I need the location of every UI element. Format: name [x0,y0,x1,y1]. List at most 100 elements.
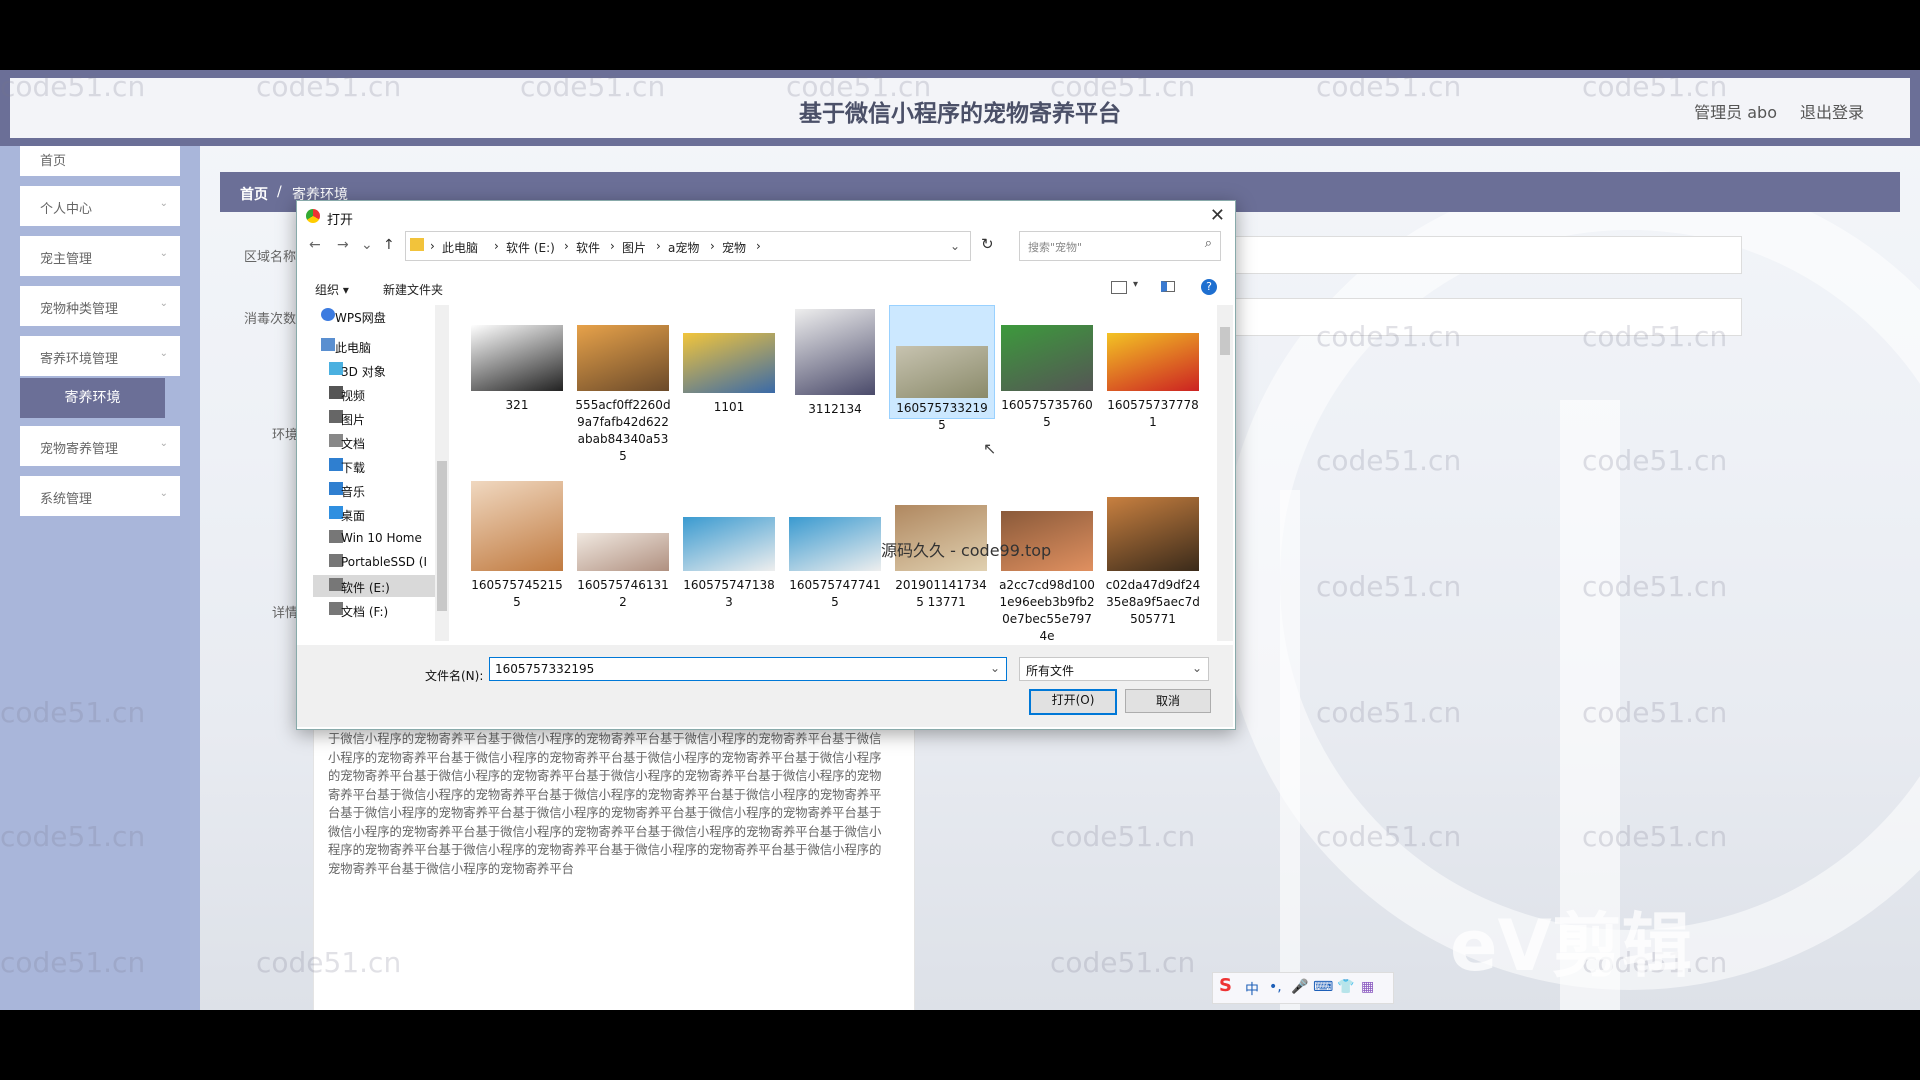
nav-item-3d[interactable]: 3D 对象 [313,359,443,381]
nav-item-label: 此电脑 [335,341,372,355]
sidebar-item-owner[interactable]: 宠主管理 ⌄ [20,236,180,276]
chevron-down-icon: ⌄ [159,348,168,359]
open-button[interactable]: 打开(O) [1029,689,1117,715]
nav-item-desktop[interactable]: 桌面 [313,503,443,525]
file-name: 1605757357605 [1001,398,1093,429]
address-bar[interactable]: › 此电脑 › 软件 (E:) › 软件 › 图片 › a宠物 › 宠物 › ⌄ [405,231,971,261]
recent-chevron-icon[interactable]: ⌄ [361,237,373,253]
nav-item-music[interactable]: 音乐 [313,479,443,501]
file-item[interactable]: 1605757377781 [1101,309,1205,431]
bg-pole [1280,490,1300,1010]
file-item[interactable]: 1101 [677,309,781,416]
organize-menu[interactable]: 组织 ▾ [315,281,349,298]
file-thumbnail [795,309,875,395]
path-segment[interactable]: 图片 [622,239,646,256]
up-icon[interactable]: ↑ [383,237,395,253]
chevron-down-icon: ⌄ [159,438,168,449]
forward-icon[interactable]: → [337,237,349,253]
sidebar-item-env-manage[interactable]: 寄养环境管理 ⌄ [20,336,180,376]
skin-icon[interactable]: 👕 [1337,979,1354,995]
keyboard-icon[interactable]: ⌨ [1313,979,1333,995]
preview-pane-icon[interactable] [1161,281,1175,292]
file-open-dialog: 打开 ✕ ← → ⌄ ↑ › 此电脑 › 软件 (E:) › 软件 › 图片 ›… [296,200,1236,730]
path-segment[interactable]: 软件 (E:) [506,239,555,256]
file-item[interactable]: 1605757452155 [465,481,569,611]
file-item[interactable]: c02da47d9df2435e8a9f5aec7d505771 [1101,481,1205,628]
nav-item-portable[interactable]: PortableSSD (I [313,551,443,573]
punctuation-icon[interactable]: •, [1269,979,1282,995]
file-item[interactable]: 1605757357605 [995,309,1099,431]
sidebar-item-label: 个人中心 [40,202,93,217]
new-folder-button[interactable]: 新建文件夹 [383,281,443,298]
path-segment[interactable]: 软件 [576,239,600,256]
back-icon[interactable]: ← [309,237,321,253]
sidebar-item-home[interactable]: 首页 [20,146,180,176]
nav-item-pictures[interactable]: 图片 [313,407,443,429]
file-thumbnail [896,346,988,398]
file-item[interactable]: 555acf0ff2260d9a7fafb42d622abab84340a535 [571,309,675,465]
detail-text: 于微信小程序的宠物寄养平台基于微信小程序的宠物寄养平台基于微信小程序的宠物寄养平… [328,732,882,876]
sidebar-item-system[interactable]: 系统管理 ⌄ [20,476,180,516]
sidebar-item-profile[interactable]: 个人中心 ⌄ [20,186,180,226]
chevron-down-icon[interactable]: ▾ [1133,279,1138,290]
help-icon[interactable]: ? [1201,279,1217,295]
view-icon[interactable] [1111,281,1127,294]
file-item[interactable]: 321 [465,309,569,414]
path-segment[interactable]: a宠物 [668,239,699,256]
top-bar-inner: 基于微信小程序的宠物寄养平台 管理员 abo 退出登录 [10,78,1910,138]
chevron-down-icon[interactable]: ⌄ [950,239,960,253]
nav-item-wps[interactable]: WPS网盘 [313,305,443,327]
sidebar-item-label: 宠物寄养管理 [40,442,119,457]
chevron-down-icon: ⌄ [1191,661,1202,675]
file-name: 3112134 [808,402,862,416]
nav-item-label: 图片 [341,413,366,427]
file-scrollbar[interactable] [1217,305,1233,641]
filetype-select[interactable]: 所有文件 ⌄ [1019,657,1209,681]
ev-logo: eV剪辑 [1450,905,1692,987]
filename-input[interactable]: 1605757332195 ⌄ [489,657,1007,681]
nav-item-documents[interactable]: 文档 [313,431,443,453]
filename-value: 1605757332195 [495,662,595,676]
search-input[interactable]: 搜索"宠物" ⌕ [1019,231,1221,261]
toolbox-icon[interactable]: ▦ [1361,979,1374,995]
path-segment[interactable]: 此电脑 [442,239,478,256]
nav-item-drive-c[interactable]: Win 10 Home [313,527,443,549]
nav-item-this-pc[interactable]: 此电脑 [313,335,443,357]
file-item-selected[interactable]: 1605757332195 [889,305,995,432]
file-scroll-thumb[interactable] [1220,327,1230,355]
nav-item-drive-e[interactable]: 软件 (E:) [313,575,443,597]
sidebar-item-label: 系统管理 [40,492,93,507]
sogou-icon[interactable]: S [1219,975,1232,996]
cloud-icon [321,308,335,321]
file-item[interactable]: a2cc7cd98d1001e96eeb3b9fb20e7bec55e7974e [995,481,1099,641]
folder-icon [410,238,424,251]
file-thumbnail [683,333,775,393]
nav-item-videos[interactable]: 视频 [313,383,443,405]
microphone-icon[interactable]: 🎤 [1291,979,1308,995]
refresh-icon[interactable]: ↻ [981,235,994,253]
sidebar-item-species[interactable]: 宠物种类管理 ⌄ [20,286,180,326]
desktop-screen: 基于微信小程序的宠物寄养平台 管理员 abo 退出登录 首页 个人中心 ⌄ 宠主管… [0,70,1920,1010]
path-segment[interactable]: 宠物 [722,239,746,256]
breadcrumb-home[interactable]: 首页 [240,184,268,204]
close-icon[interactable]: ✕ [1210,205,1225,226]
nav-item-downloads[interactable]: 下载 [313,455,443,477]
nav-item-drive-f[interactable]: 文档 (F:) [313,599,443,621]
chinese-mode-icon[interactable]: 中 [1245,979,1259,999]
file-item[interactable]: 1605757471383 [677,481,781,611]
file-name: 1101 [713,400,745,414]
sidebar-item-boarding[interactable]: 宠物寄养管理 ⌄ [20,426,180,466]
file-item[interactable]: 3112134 [783,309,887,418]
sidebar-item-label: 宠物种类管理 [40,302,119,317]
cancel-button[interactable]: 取消 [1125,689,1211,713]
chevron-down-icon: ⌄ [159,248,168,259]
file-thumbnail [577,533,669,571]
logout-link[interactable]: 退出登录 [1800,99,1864,123]
sidebar-item-env[interactable]: 寄养环境 [20,378,165,418]
nav-scroll-thumb[interactable] [437,461,447,611]
file-item[interactable]: 1605757477415 [783,481,887,611]
chevron-down-icon: ⌄ [159,198,168,209]
file-item[interactable]: 1605757461312 [571,481,675,611]
disinfect-count-label: 消毒次数 [244,312,297,327]
chevron-down-icon[interactable]: ⌄ [990,661,1000,675]
